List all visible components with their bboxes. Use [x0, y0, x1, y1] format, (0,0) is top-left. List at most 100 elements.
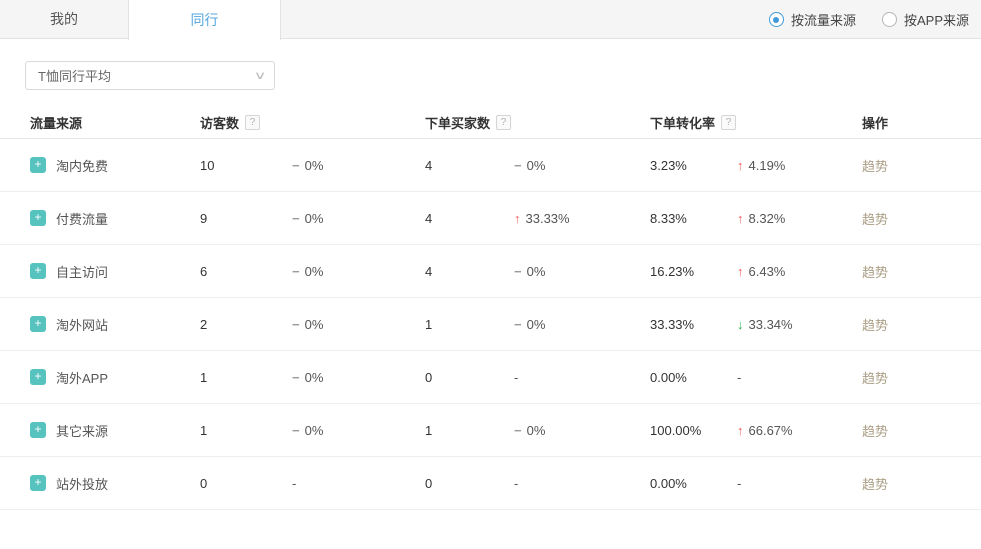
header-source: 流量来源: [30, 113, 200, 132]
filter-row: T恤同行平均 ∨: [0, 39, 981, 90]
change-arrow-icon: −: [514, 423, 522, 438]
table-header: 流量来源 访客数 ? 下单买家数 ? 下单转化率 ? 操作: [0, 106, 981, 139]
change-value: 4.19%: [749, 158, 786, 173]
change-value: -: [737, 476, 741, 491]
change-value: 0%: [527, 423, 546, 438]
help-icon[interactable]: ?: [496, 115, 511, 130]
chevron-down-icon: ∨: [254, 69, 267, 82]
expand-plus-icon[interactable]: +: [30, 316, 46, 332]
buyers-value: 0: [425, 370, 514, 385]
source-name: 其它来源: [56, 421, 108, 440]
tab-mine[interactable]: 我的: [0, 0, 128, 38]
help-icon[interactable]: ?: [721, 115, 736, 130]
trend-link[interactable]: 趋势: [862, 265, 888, 280]
change-value: -: [292, 476, 296, 491]
change-arrow-icon: ↑: [737, 158, 744, 173]
header-action: 操作: [862, 113, 971, 132]
change-arrow-icon: −: [514, 264, 522, 279]
change-arrow-icon: −: [292, 158, 300, 173]
trend-link[interactable]: 趋势: [862, 212, 888, 227]
expand-plus-icon[interactable]: +: [30, 422, 46, 438]
source-name: 站外投放: [56, 474, 108, 493]
buyers-change: − 0%: [514, 158, 650, 173]
visitors-value: 1: [200, 423, 292, 438]
radio-by-app-source[interactable]: 按APP来源: [882, 10, 969, 29]
conversion-change: ↑ 66.67%: [737, 423, 862, 438]
radio-icon: [769, 12, 784, 27]
conversion-rate-value: 0.00%: [650, 476, 737, 491]
expand-plus-icon[interactable]: +: [30, 369, 46, 385]
buyers-change: − 0%: [514, 264, 650, 279]
table-body: + 淘内免费 10 − 0% 4 − 0% 3.23% ↑ 4.19% 趋势 +…: [0, 139, 981, 510]
conversion-rate-value: 3.23%: [650, 158, 737, 173]
conversion-change: -: [737, 370, 862, 385]
visitors-change: -: [292, 476, 425, 491]
buyers-change: − 0%: [514, 423, 650, 438]
table-row: + 淘外APP 1 − 0% 0 - 0.00% - 趋势: [0, 351, 981, 404]
buyers-value: 1: [425, 317, 514, 332]
conversion-rate-value: 8.33%: [650, 211, 737, 226]
visitors-value: 10: [200, 158, 292, 173]
table-row: + 其它来源 1 − 0% 1 − 0% 100.00% ↑ 66.67% 趋势: [0, 404, 981, 457]
buyers-value: 4: [425, 211, 514, 226]
trend-link[interactable]: 趋势: [862, 424, 888, 439]
header-visitors-label: 访客数: [200, 113, 239, 132]
buyers-change: − 0%: [514, 317, 650, 332]
conversion-rate-value: 100.00%: [650, 423, 737, 438]
conversion-change: ↑ 6.43%: [737, 264, 862, 279]
conversion-rate-value: 0.00%: [650, 370, 737, 385]
change-value: -: [514, 370, 518, 385]
change-arrow-icon: −: [292, 264, 300, 279]
change-value: 66.67%: [749, 423, 793, 438]
radio-icon: [882, 12, 897, 27]
source-name: 淘内免费: [56, 156, 108, 175]
radio-label: 按流量来源: [791, 10, 856, 29]
change-value: 0%: [527, 264, 546, 279]
conversion-change: ↑ 4.19%: [737, 158, 862, 173]
expand-plus-icon[interactable]: +: [30, 475, 46, 491]
conversion-change: ↓ 33.34%: [737, 317, 862, 332]
change-arrow-icon: −: [514, 158, 522, 173]
trend-link[interactable]: 趋势: [862, 318, 888, 333]
change-value: 33.33%: [526, 211, 570, 226]
trend-link[interactable]: 趋势: [862, 477, 888, 492]
change-value: 8.32%: [749, 211, 786, 226]
buyers-value: 4: [425, 264, 514, 279]
visitors-value: 2: [200, 317, 292, 332]
source-name: 淘外网站: [56, 315, 108, 334]
trend-link[interactable]: 趋势: [862, 159, 888, 174]
buyers-value: 1: [425, 423, 514, 438]
expand-plus-icon[interactable]: +: [30, 263, 46, 279]
visitors-change: − 0%: [292, 317, 425, 332]
help-icon[interactable]: ?: [245, 115, 260, 130]
change-value: -: [514, 476, 518, 491]
source-name: 付费流量: [56, 209, 108, 228]
visitors-value: 0: [200, 476, 292, 491]
buyers-value: 4: [425, 158, 514, 173]
source-name: 自主访问: [56, 262, 108, 281]
traffic-source-table: 流量来源 访客数 ? 下单买家数 ? 下单转化率 ? 操作 + 淘内免费 10 …: [0, 106, 981, 510]
visitors-change: − 0%: [292, 158, 425, 173]
tab-peers[interactable]: 同行: [128, 0, 281, 40]
visitors-change: − 0%: [292, 370, 425, 385]
change-value: 0%: [527, 158, 546, 173]
peer-average-select[interactable]: T恤同行平均 ∨: [25, 61, 275, 90]
change-arrow-icon: ↑: [737, 264, 744, 279]
visitors-value: 9: [200, 211, 292, 226]
select-value: T恤同行平均: [38, 66, 111, 85]
expand-plus-icon[interactable]: +: [30, 157, 46, 173]
change-value: 0%: [527, 317, 546, 332]
conversion-rate-value: 33.33%: [650, 317, 737, 332]
radio-by-traffic-source[interactable]: 按流量来源: [769, 10, 856, 29]
change-arrow-icon: −: [514, 317, 522, 332]
change-value: -: [737, 370, 741, 385]
change-value: 0%: [305, 264, 324, 279]
change-value: 0%: [305, 158, 324, 173]
change-arrow-icon: ↑: [737, 423, 744, 438]
expand-plus-icon[interactable]: +: [30, 210, 46, 226]
trend-link[interactable]: 趋势: [862, 371, 888, 386]
table-row: + 自主访问 6 − 0% 4 − 0% 16.23% ↑ 6.43% 趋势: [0, 245, 981, 298]
buyers-value: 0: [425, 476, 514, 491]
conversion-change: -: [737, 476, 862, 491]
header-visitors: 访客数 ?: [200, 113, 425, 132]
